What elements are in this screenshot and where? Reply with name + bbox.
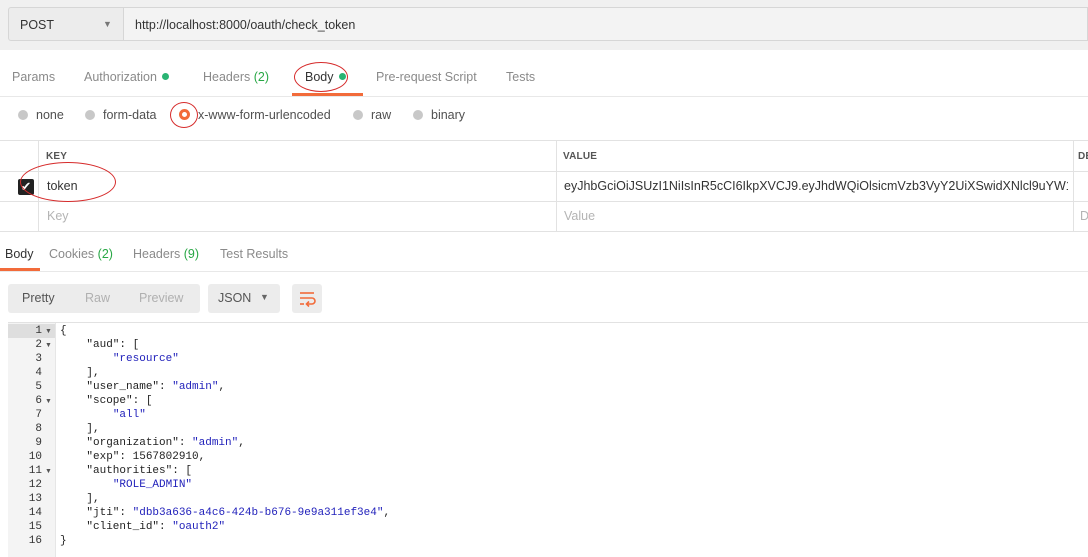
fold-arrow-icon[interactable]: ▼ [45,342,52,349]
code-line: "all" [112,409,146,421]
radio-form-data[interactable]: form-data [85,108,157,122]
pretty-button[interactable]: Pretty [22,291,55,305]
language-label: JSON [218,291,252,305]
code-line: "organization": "admin", [86,437,245,449]
response-tab-body[interactable]: Body [5,247,34,261]
response-tab-cookies[interactable]: Cookies (2) [49,247,113,261]
tab-pre-request-script[interactable]: Pre-request Script [376,70,477,84]
divider [0,171,1088,172]
code-line: { [60,325,67,337]
fold-arrow-icon[interactable]: ▼ [45,328,52,335]
annotation-circle [170,102,198,128]
wrap-lines-icon [300,292,316,308]
radio-x-www-form-urlencoded[interactable]: x-www-form-urlencoded [179,108,331,122]
language-select[interactable]: JSON ▼ [208,284,280,313]
method-select[interactable]: POST ▼ [8,7,124,41]
code-line: "client_id": "oauth2" [86,521,226,533]
url-text: http://localhost:8000/oauth/check_token [135,18,356,32]
radio-binary[interactable]: binary [413,108,465,122]
new-value-input[interactable]: Value [564,209,595,223]
params-table: KEY VALUE DE ✔ token eyJhbGciOiJSUzI1NiI… [0,140,1088,232]
tab-authorization[interactable]: Authorization [84,70,169,84]
line-number: 6 [35,395,42,407]
divider [0,140,1088,141]
code-line: "user_name": "admin", [86,381,226,393]
line-number: 16 [28,535,42,547]
line-number: 15 [28,521,42,533]
fold-arrow-icon[interactable]: ▼ [45,468,52,475]
line-number: 9 [35,437,42,449]
annotation-circle [20,162,116,202]
tab-tests[interactable]: Tests [506,70,535,84]
tab-headers[interactable]: Headers (2) [203,70,269,84]
response-tab-test-results[interactable]: Test Results [220,247,288,261]
line-number: 5 [35,381,42,393]
radio-raw[interactable]: raw [353,108,391,122]
line-number: 11 [28,465,42,477]
divider [0,96,1088,97]
new-description-input[interactable]: D [1080,209,1088,223]
column-header-description: DE [1078,151,1088,162]
divider [0,201,1088,202]
divider [556,140,557,232]
format-toggle-group: Pretty Raw Preview [8,284,200,313]
code-line: "ROLE_ADMIN" [112,479,193,491]
code-line: "scope": [ [86,395,153,407]
code-line: "jti": "dbb3a636-a4c6-424b-b676-9e9a311e… [86,507,391,519]
code-line: "authorities": [ [86,465,193,477]
status-dot-icon [161,73,169,80]
param-value-input[interactable]: eyJhbGciOiJSUzI1NiIsInR5cCI6IkpXVCJ9.eyJ… [564,179,1068,193]
new-key-input[interactable]: Key [47,209,69,223]
fold-arrow-icon[interactable]: ▼ [45,398,52,405]
method-label: POST [20,18,55,32]
column-header-key: KEY [46,151,68,162]
line-number: 7 [35,409,42,421]
radio-icon [18,110,28,120]
line-number: 1 [35,325,42,337]
code-line: "resource" [112,353,179,365]
line-number: 12 [28,479,42,491]
line-number: 2 [35,339,42,351]
code-line: ], [60,493,100,505]
url-bar: POST ▼ http://localhost:8000/oauth/check… [0,0,1088,50]
tab-params[interactable]: Params [12,70,55,84]
response-body-viewer[interactable]: 1 ▼ 2 ▼ 3 4 5 6 ▼ 7 8 9 10 11 ▼ 12 13 14 15 16 { "aud": [ "… [8,322,1088,557]
column-header-value: VALUE [563,151,598,162]
param-key-input[interactable]: token [47,179,547,193]
annotation-circle [294,62,348,92]
radio-icon [85,110,95,120]
chevron-down-icon: ▼ [260,292,269,302]
line-number: 4 [35,367,42,379]
response-tab-headers[interactable]: Headers (9) [133,247,199,261]
preview-button[interactable]: Preview [139,291,183,305]
raw-button[interactable]: Raw [85,291,110,305]
url-input[interactable]: http://localhost:8000/oauth/check_token [124,7,1088,41]
code-line: ], [60,367,100,379]
radio-icon [413,110,423,120]
code-line: ], [60,423,100,435]
line-number: 10 [28,451,42,463]
radio-icon [353,110,363,120]
divider [1073,140,1074,232]
divider [0,271,1088,272]
code-line: "exp": 1567802910, [86,451,206,463]
line-number: 14 [28,507,42,519]
wrap-lines-button[interactable] [292,284,322,313]
line-number: 13 [28,493,42,505]
divider [0,231,1088,232]
line-number: 3 [35,353,42,365]
line-number-gutter: 1 ▼ 2 ▼ 3 4 5 6 ▼ 7 8 9 10 11 ▼ 12 13 14 15 16 [8,323,56,557]
code-line: } [60,535,67,547]
code-line: "aud": [ [86,339,140,351]
line-number: 8 [35,423,42,435]
radio-none[interactable]: none [18,108,64,122]
chevron-down-icon: ▼ [103,19,112,29]
